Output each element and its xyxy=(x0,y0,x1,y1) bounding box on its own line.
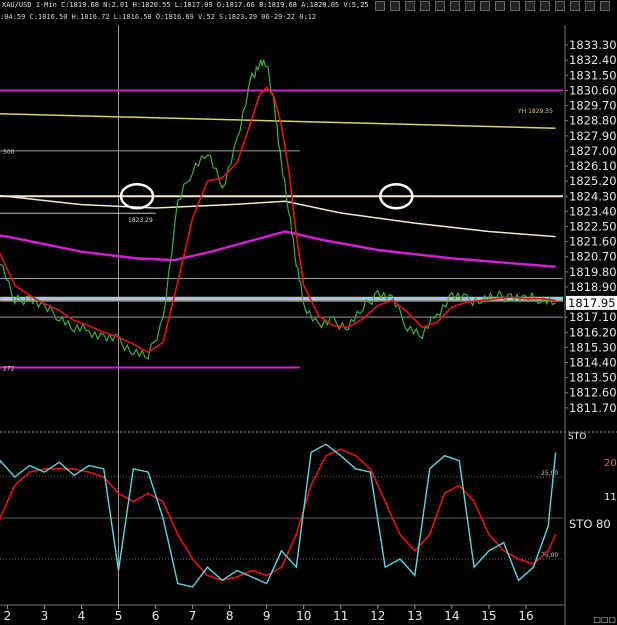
price-series xyxy=(0,59,556,360)
ytick-label-2: 1831.50 xyxy=(569,68,617,82)
sloping-line-2 xyxy=(0,230,556,269)
pencil-icon[interactable] xyxy=(480,1,490,11)
current-price-label: 1817.95 xyxy=(568,296,616,310)
ytick-label-4: 1829.70 xyxy=(569,99,617,113)
xtick-label-5: 7 xyxy=(189,609,197,623)
level-label-6: 272 xyxy=(3,366,15,373)
flag-icon[interactable] xyxy=(495,1,505,11)
ytick-label-20: 1814.40 xyxy=(569,356,617,370)
ytick-label-15: 1819.80 xyxy=(569,265,617,279)
chart-canvas[interactable]: 5001823.29000272YH 1829.351833.301832.40… xyxy=(0,0,617,625)
box-icon[interactable] xyxy=(555,1,565,11)
help-icon[interactable] xyxy=(525,1,535,11)
xtick-label-1: 3 xyxy=(41,609,49,623)
ytick-label-8: 1826.10 xyxy=(569,159,617,173)
ytick-label-18: 1816.20 xyxy=(569,325,617,339)
pencil-icon[interactable] xyxy=(540,1,550,11)
header-label: XAU/USD 1-Min C:1819.68 N:2.01 H:1820.55… xyxy=(2,1,369,9)
ytick-label-0: 1833.30 xyxy=(569,38,617,52)
ytick-label-19: 1815.30 xyxy=(569,340,617,354)
osc-right-label-2: 20 xyxy=(604,458,617,469)
ytick-label-6: 1827.90 xyxy=(569,129,617,143)
level-label-3: 1823.29 xyxy=(128,217,153,224)
xtick-label-9: 11 xyxy=(333,609,348,623)
ytick-label-16: 1818.90 xyxy=(569,280,617,294)
xtick-label-12: 14 xyxy=(444,609,459,623)
sloping-line-0 xyxy=(0,112,556,129)
osc-fast-series xyxy=(0,443,557,588)
toolbar: XAU/USD 1-Min C:1819.68 N:2.01 H:1820.55… xyxy=(0,0,617,12)
xtick-label-10: 12 xyxy=(370,609,385,623)
check-icon[interactable] xyxy=(390,1,400,11)
grid-icon[interactable] xyxy=(585,1,595,11)
xtick-label-0: 2 xyxy=(4,609,12,623)
ytick-label-1: 1832.40 xyxy=(569,53,617,67)
ytick-label-3: 1830.60 xyxy=(569,83,617,97)
ytick-label-11: 1823.40 xyxy=(569,204,617,218)
window-boxes[interactable]: □□□ xyxy=(593,615,616,624)
xtick-label-14: 16 xyxy=(518,609,533,623)
ytick-label-9: 1825.20 xyxy=(569,174,617,188)
osc-right-label-0: STO 80 xyxy=(569,517,611,531)
xtick-label-6: 8 xyxy=(226,609,234,623)
ytick-label-17: 1817.10 xyxy=(569,310,617,324)
bars-icon[interactable] xyxy=(405,1,415,11)
zoom-icon[interactable] xyxy=(450,1,460,11)
sloping-label-0: YH 1829.35 xyxy=(517,108,553,115)
xtick-label-7: 9 xyxy=(263,609,271,623)
ytick-label-21: 1813.50 xyxy=(569,371,617,385)
xtick-label-2: 4 xyxy=(78,609,86,623)
xtick-label-11: 13 xyxy=(407,609,422,623)
ytick-label-22: 1812.60 xyxy=(569,386,617,400)
ytick-label-14: 1820.70 xyxy=(569,250,617,264)
level-label-1: 500 xyxy=(3,149,15,156)
crosshair-icon[interactable] xyxy=(570,1,580,11)
xtick-label-8: 10 xyxy=(296,609,311,623)
xtick-label-13: 15 xyxy=(481,609,496,623)
ytick-label-13: 1821.60 xyxy=(569,235,617,249)
ytick-label-23: 1811.70 xyxy=(569,401,617,415)
osc-level-label-0: 25.00 xyxy=(541,470,558,477)
wave-icon[interactable] xyxy=(375,1,385,11)
pencil-icon[interactable] xyxy=(465,1,475,11)
xtick-label-3: 5 xyxy=(115,609,123,623)
ytick-label-12: 1822.50 xyxy=(569,219,617,233)
info-line: :04:59 C:1816.50 H:1816.72 L:1816.50 O:1… xyxy=(0,13,317,21)
xtick-label-4: 6 xyxy=(152,609,160,623)
window-icon[interactable] xyxy=(600,1,610,11)
ytick-label-10: 1824.30 xyxy=(569,189,617,203)
osc-right-label-1: 11 xyxy=(604,492,617,503)
stop-icon[interactable] xyxy=(435,1,445,11)
question-icon[interactable] xyxy=(510,1,520,11)
ytick-label-7: 1827.00 xyxy=(569,144,617,158)
price-ma-series xyxy=(0,85,556,354)
down-arrow-icon[interactable] xyxy=(420,1,430,11)
osc-panel-label: STO xyxy=(568,432,586,442)
ytick-label-5: 1828.80 xyxy=(569,114,617,128)
